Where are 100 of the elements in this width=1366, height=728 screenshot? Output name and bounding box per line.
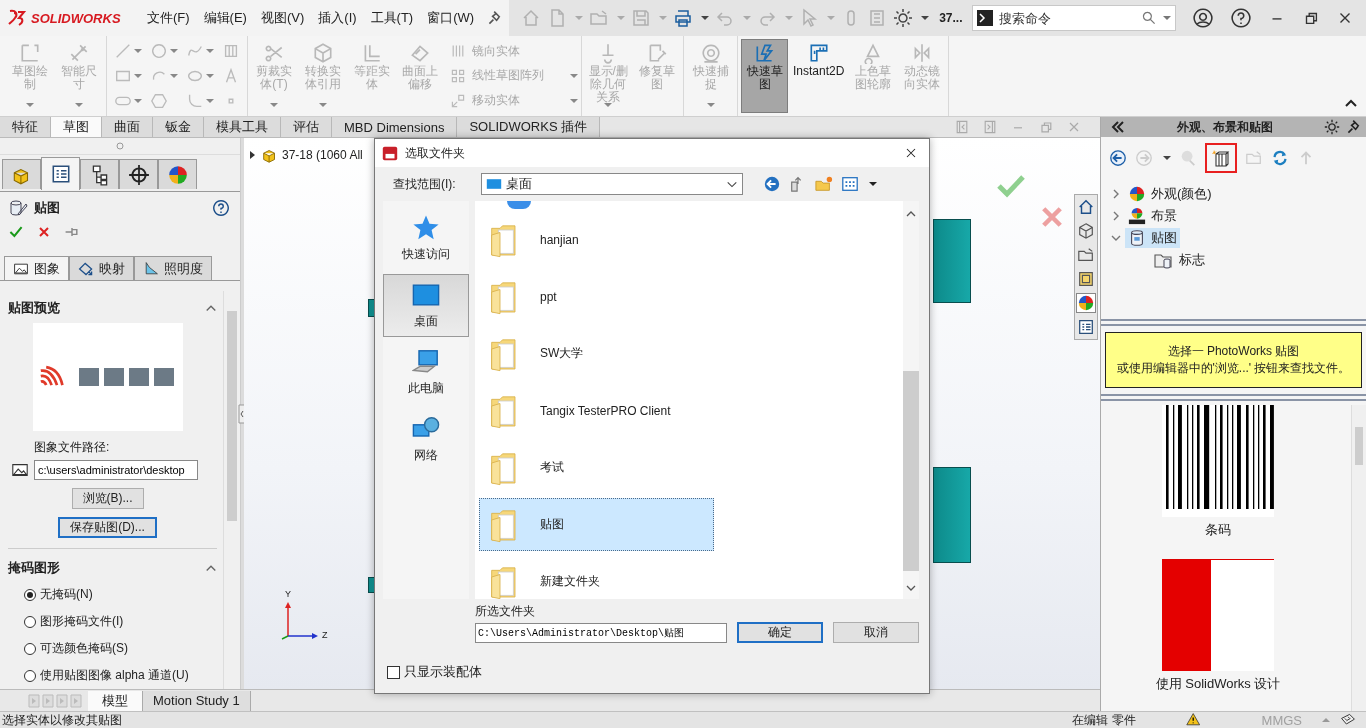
panel-tab[interactable]: 映射	[69, 256, 134, 280]
caret-icon[interactable]	[869, 180, 877, 188]
double-chevron-icon[interactable]	[1111, 120, 1125, 134]
scrollbar[interactable]	[903, 201, 919, 599]
save-icon[interactable]	[631, 8, 652, 28]
color-ball-icon	[166, 163, 189, 186]
search-input[interactable]: 搜索命令	[997, 9, 1138, 27]
scrollbar[interactable]	[223, 291, 240, 689]
new-books-icon[interactable]	[1211, 148, 1231, 168]
folder-item[interactable]: 考试	[479, 441, 714, 494]
caret-icon[interactable]	[1163, 154, 1171, 162]
menu-item[interactable]: 窗口(W)	[420, 0, 482, 36]
next-view-icon[interactable]	[982, 119, 998, 135]
decal-thumbnail[interactable]	[1162, 559, 1274, 671]
ribbon-button[interactable]: Instant2D	[789, 39, 848, 113]
save-decal-button[interactable]: 保存贴图(D)...	[58, 517, 157, 538]
user-icon[interactable]	[1192, 7, 1215, 29]
tree-item[interactable]: 外观(颜色)	[1125, 184, 1215, 204]
splitter-bar[interactable]	[1101, 319, 1366, 326]
chevron-down-icon[interactable]	[906, 583, 916, 593]
radio-button[interactable]	[24, 642, 36, 655]
radio-button[interactable]	[24, 588, 36, 601]
keyboard-icon[interactable]	[1340, 712, 1356, 728]
grip-icon[interactable]	[116, 142, 124, 150]
command-tab[interactable]: 模具工具	[204, 117, 281, 137]
panel-tab[interactable]	[80, 159, 119, 189]
caret-up-icon[interactable]	[1322, 716, 1330, 724]
axis-label: Z	[322, 630, 328, 640]
model-tab[interactable]: Motion Study 1	[143, 690, 251, 711]
printer-icon[interactable]	[673, 8, 694, 28]
scrollbar[interactable]	[1351, 405, 1366, 711]
places-item[interactable]: 桌面	[383, 274, 469, 337]
command-tab[interactable]: 特征	[0, 117, 51, 137]
folder-item[interactable]: Tangix TesterPRO Client	[479, 384, 714, 437]
folder-item[interactable]: SW大学	[479, 327, 714, 380]
view-menu-icon[interactable]	[841, 175, 859, 193]
previous-view-icon[interactable]	[954, 119, 970, 135]
checkmark-icon[interactable]	[8, 224, 24, 240]
folder-item[interactable]: ppt	[479, 270, 714, 323]
back-icon[interactable]	[1109, 149, 1127, 167]
checkbox[interactable]	[387, 665, 400, 679]
refresh-icon[interactable]	[1271, 149, 1289, 167]
folder-item[interactable]: 新建文件夹	[479, 555, 714, 599]
checkmark-icon[interactable]	[996, 174, 1026, 198]
caret-icon[interactable]	[701, 14, 710, 22]
settings-icon[interactable]	[1324, 119, 1340, 135]
polygon-icon[interactable]	[149, 92, 168, 111]
ok-button[interactable]: 确定	[737, 622, 824, 643]
panel-tab[interactable]: 图象	[4, 256, 69, 280]
radio-button[interactable]	[24, 615, 36, 628]
file-path-field[interactable]: c:\users\administrator\desktop	[34, 460, 198, 480]
palette-icon[interactable]	[1077, 270, 1095, 288]
folder-icon[interactable]	[1077, 246, 1095, 264]
model-tab[interactable]: 模型	[88, 690, 143, 711]
cube-icon[interactable]	[1077, 222, 1095, 240]
command-tab[interactable]: 草图	[51, 117, 102, 137]
new-folder-icon[interactable]	[815, 175, 833, 193]
command-tab[interactable]: SOLIDWORKS 插件	[457, 117, 601, 137]
home-icon[interactable]	[1077, 198, 1095, 216]
panel-tab[interactable]: 照明度	[134, 256, 212, 280]
back-icon[interactable]	[763, 175, 781, 193]
menu-item[interactable]: 插入(I)	[311, 0, 364, 36]
menu-item[interactable]: 视图(V)	[253, 0, 312, 36]
pin-icon[interactable]	[1346, 119, 1362, 135]
thumbnail-label: 条码	[1205, 521, 1231, 539]
menu-item[interactable]: 工具(T)	[363, 0, 421, 36]
chevron-up-icon[interactable]	[906, 209, 916, 219]
browse-button[interactable]: 浏览(B)...	[71, 488, 144, 509]
search-bar[interactable]: 搜索命令	[972, 5, 1177, 31]
tree-item[interactable]: 贴图	[1125, 228, 1180, 248]
command-tab[interactable]: 评估	[281, 117, 332, 137]
tree-item[interactable]: 标志	[1151, 249, 1208, 271]
command-tab[interactable]: 钣金	[153, 117, 204, 137]
radio-button[interactable]	[24, 669, 36, 682]
list-icon[interactable]	[1077, 318, 1095, 336]
caret-icon[interactable]	[921, 14, 930, 22]
help-icon[interactable]	[1230, 7, 1253, 29]
menu-item[interactable]: 文件(F)	[140, 0, 197, 36]
panel-tab[interactable]	[41, 157, 80, 190]
places-item[interactable]: 网络	[383, 408, 469, 471]
places-item[interactable]: 快速访问	[383, 207, 469, 270]
app-icon	[381, 144, 399, 162]
cancel-button[interactable]: 取消	[833, 622, 919, 643]
warning-icon[interactable]	[1185, 712, 1202, 728]
places-item[interactable]: 此电脑	[383, 341, 469, 404]
menu-item[interactable]: 编辑(E)	[196, 0, 254, 36]
folder-path-field[interactable]: C:\Users\Administrator\Desktop\贴图	[475, 622, 728, 643]
tree-item[interactable]: 布景	[1125, 206, 1180, 226]
location-dropdown[interactable]: 桌面	[481, 173, 743, 195]
ribbon-button[interactable]: 快速草图	[741, 39, 788, 113]
settings-icon[interactable]	[893, 8, 914, 28]
folder-item[interactable]: 贴图	[479, 498, 714, 551]
chevron-down-icon[interactable]	[1111, 233, 1121, 243]
folder-item[interactable]: hanjian	[479, 213, 714, 266]
panel-tab[interactable]	[119, 159, 158, 189]
command-tab[interactable]: MBD Dimensions	[332, 117, 458, 137]
command-tab[interactable]: 曲面	[102, 117, 153, 137]
help-icon[interactable]	[212, 199, 230, 217]
barcode-drawing[interactable]	[1162, 405, 1274, 517]
feature-tree-item[interactable]: 37-18 (1060 All	[282, 148, 363, 162]
